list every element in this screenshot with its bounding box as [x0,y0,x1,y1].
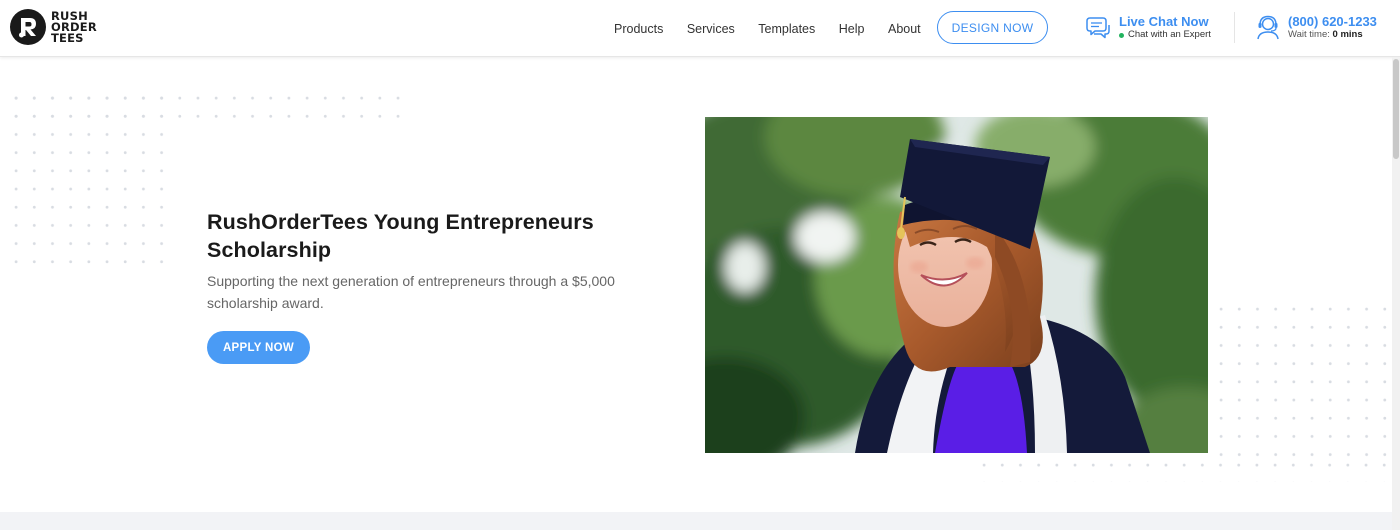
live-chat-link[interactable]: Live Chat Now Chat with an Expert [1086,14,1211,41]
chat-text: Live Chat Now Chat with an Expert [1119,14,1211,41]
nav-about[interactable]: About [888,22,921,36]
nav-products[interactable]: Products [614,22,663,36]
dot-pattern-bottom [975,456,1400,482]
site-header: RUSH ORDER TEES Products Services Templa… [0,0,1400,57]
nav-templates[interactable]: Templates [758,22,815,36]
chat-subtitle: Chat with an Expert [1119,29,1211,41]
logo-line-3: TEES [51,30,84,45]
graduate-photo [705,117,1208,453]
wait-time-value: 0 mins [1332,29,1363,40]
wait-time: Wait time: 0 mins [1288,29,1377,41]
phone-text: (800) 620-1233 Wait time: 0 mins [1288,14,1377,41]
chat-title: Live Chat Now [1119,14,1209,29]
design-now-button[interactable]: DESIGN NOW [937,11,1048,44]
next-section-band [0,512,1392,530]
site-logo[interactable]: RUSH ORDER TEES [10,9,97,45]
header-divider [1234,12,1235,43]
wait-time-label: Wait time: [1288,29,1330,40]
phone-number: (800) 620-1233 [1288,14,1377,29]
page-title: RushOrderTees Young Entrepreneurs Schola… [207,210,594,262]
hero-subtitle: Supporting the next generation of entrep… [207,273,615,311]
phone-link[interactable]: (800) 620-1233 Wait time: 0 mins [1255,14,1377,41]
logo-wordmark: RUSH ORDER TEES [51,10,97,45]
online-status-dot [1119,32,1124,38]
chat-bubble-icon [1086,17,1110,39]
chat-subtitle-text: Chat with an Expert [1128,29,1211,40]
apply-now-button[interactable]: APPLY NOW [207,331,310,364]
r-logo-icon [10,9,46,45]
scrollbar-thumb[interactable] [1393,59,1399,159]
headset-icon [1257,15,1279,40]
page-scrollbar[interactable] [1392,57,1400,530]
nav-services[interactable]: Services [687,22,735,36]
dot-pattern-left [7,89,171,273]
nav-help[interactable]: Help [839,22,865,36]
main-nav: Products Services Templates Help About [614,0,921,57]
dot-pattern-right [1212,300,1400,460]
